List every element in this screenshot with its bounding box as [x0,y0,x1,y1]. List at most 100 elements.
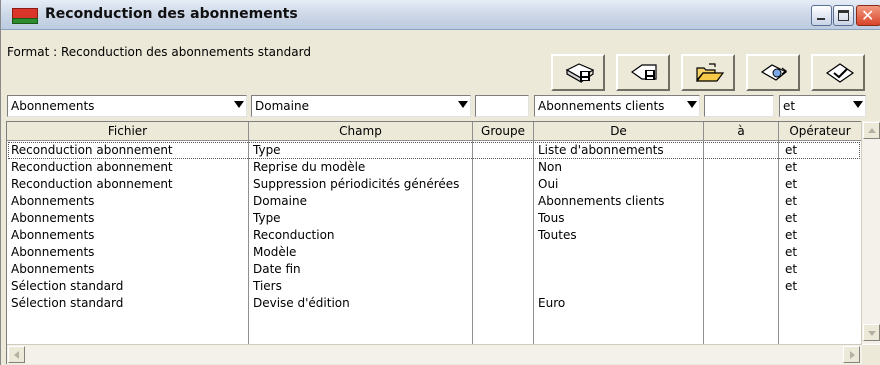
chevron-down-icon [853,101,863,108]
column-header-groupe[interactable]: Groupe [473,122,534,141]
cell-champ[interactable]: Reprise du modèle [253,159,471,176]
cell-groupe[interactable] [477,210,532,227]
horizontal-scrollbar[interactable] [7,344,862,364]
scroll-up-button[interactable] [863,122,880,139]
column-header-a[interactable]: à [704,122,779,141]
cell-champ[interactable]: Modèle [253,244,471,261]
cell-de[interactable]: Euro [538,295,702,312]
cell-a[interactable] [708,159,777,176]
table-row[interactable]: Abonnements Date fin et [7,261,862,278]
cell-groupe[interactable] [477,176,532,193]
cell-de[interactable]: Oui [538,176,702,193]
groupe-input[interactable] [475,95,529,117]
table-row[interactable]: Sélection standard Tiers et [7,278,862,295]
cell-a[interactable] [708,295,777,312]
table-row[interactable]: Sélection standard Devise d'édition Euro [7,295,862,312]
cell-fichier[interactable]: Abonnements [11,210,247,227]
cell-fichier[interactable]: Sélection standard [11,295,247,312]
cell-a[interactable] [708,261,777,278]
cell-de[interactable] [538,244,702,261]
cell-de[interactable]: Abonnements clients [538,193,702,210]
table-row[interactable]: Abonnements Type Tous et [7,210,862,227]
title-bar[interactable]: Reconduction des abonnements ✕ [1,0,880,30]
champ-select[interactable]: Domaine [251,95,471,117]
a-input[interactable] [704,95,774,117]
cell-operateur[interactable]: et [785,227,860,244]
minimize-button[interactable] [811,5,832,26]
save-as-button[interactable] [616,54,670,91]
cell-operateur[interactable]: et [785,176,860,193]
table-row[interactable]: Abonnements Modèle et [7,244,862,261]
table-row[interactable]: Reconduction abonnement Reprise du modèle… [7,159,862,176]
cell-groupe[interactable] [477,142,532,159]
cell-operateur[interactable]: et [785,159,860,176]
cell-de[interactable]: Tous [538,210,702,227]
cell-operateur[interactable] [785,295,860,312]
cell-a[interactable] [708,142,777,159]
cell-fichier[interactable]: Abonnements [11,227,247,244]
de-select[interactable]: Abonnements clients [534,95,700,117]
column-header-fichier[interactable]: Fichier [7,122,249,141]
operateur-select[interactable]: et [779,95,866,117]
cell-fichier[interactable]: Abonnements [11,244,247,261]
chevron-down-icon [234,101,244,108]
column-header-champ[interactable]: Champ [249,122,473,141]
table-row[interactable]: Reconduction abonnement Suppression pério… [7,176,862,193]
scroll-down-button[interactable] [863,324,880,341]
cell-groupe[interactable] [477,159,532,176]
cell-groupe[interactable] [477,244,532,261]
cell-champ[interactable]: Domaine [253,193,471,210]
refresh-button[interactable] [746,54,800,91]
table-row[interactable]: Reconduction abonnement Type Liste d'abonn… [7,142,862,159]
cell-a[interactable] [708,278,777,295]
fichier-select[interactable]: Abonnements [7,95,247,117]
cell-fichier[interactable]: Sélection standard [11,278,247,295]
cell-champ[interactable]: Type [253,142,471,159]
cell-fichier[interactable]: Abonnements [11,261,247,278]
resize-grip-icon[interactable] [862,345,880,365]
cell-operateur[interactable]: et [785,278,860,295]
cell-a[interactable] [708,210,777,227]
cell-de[interactable]: Non [538,159,702,176]
cell-a[interactable] [708,244,777,261]
maximize-button[interactable] [833,5,854,26]
column-header-operateur[interactable]: Opérateur [779,122,862,141]
save-button[interactable] [551,54,605,91]
cell-champ[interactable]: Tiers [253,278,471,295]
cell-champ[interactable]: Suppression périodicités générées [253,176,471,193]
cell-fichier[interactable]: Reconduction abonnement [11,159,247,176]
cell-de[interactable]: Toutes [538,227,702,244]
scroll-right-button[interactable] [843,346,860,363]
cell-champ[interactable]: Type [253,210,471,227]
cell-a[interactable] [708,176,777,193]
cell-de[interactable] [538,278,702,295]
table-row[interactable]: Abonnements Reconduction Toutes et [7,227,862,244]
open-button[interactable] [681,54,735,91]
vertical-scrollbar[interactable] [861,121,880,344]
cell-groupe[interactable] [477,278,532,295]
cell-groupe[interactable] [477,261,532,278]
table-row[interactable]: Abonnements Domaine Abonnements clients et [7,193,862,210]
cell-operateur[interactable]: et [785,142,860,159]
cell-groupe[interactable] [477,193,532,210]
cell-fichier[interactable]: Reconduction abonnement [11,142,247,159]
cell-de[interactable]: Liste d'abonnements [538,142,702,159]
cell-operateur[interactable]: et [785,210,860,227]
cell-a[interactable] [708,193,777,210]
scroll-left-button[interactable] [8,346,25,363]
cell-operateur[interactable]: et [785,193,860,210]
cell-champ[interactable]: Date fin [253,261,471,278]
close-button[interactable]: ✕ [856,5,880,26]
apply-button[interactable] [811,54,865,91]
cell-a[interactable] [708,227,777,244]
cell-fichier[interactable]: Abonnements [11,193,247,210]
cell-groupe[interactable] [477,227,532,244]
cell-operateur[interactable]: et [785,244,860,261]
cell-groupe[interactable] [477,295,532,312]
cell-operateur[interactable]: et [785,261,860,278]
cell-fichier[interactable]: Reconduction abonnement [11,176,247,193]
column-header-de[interactable]: De [534,122,704,141]
cell-champ[interactable]: Reconduction [253,227,471,244]
cell-champ[interactable]: Devise d'édition [253,295,471,312]
cell-de[interactable] [538,261,702,278]
